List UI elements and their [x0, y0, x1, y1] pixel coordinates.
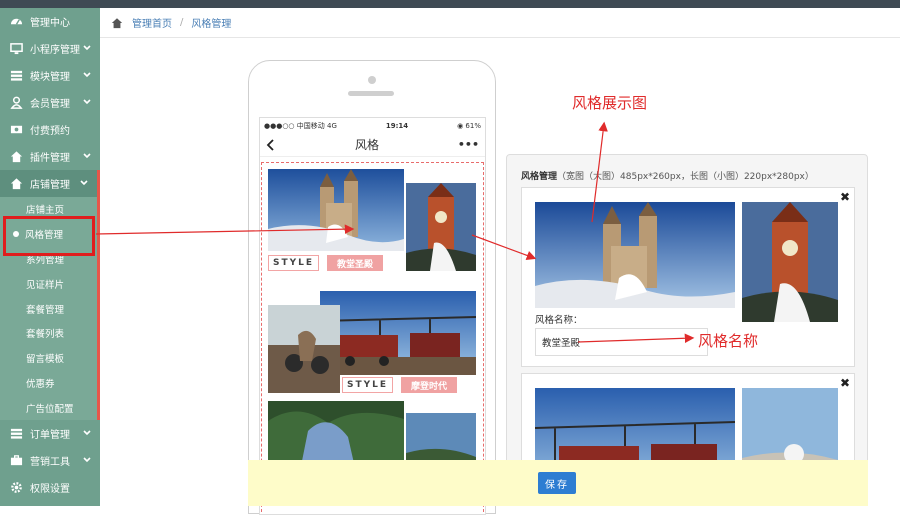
style-settings-panel: 风格管理（宽图（大图）485px*260px，长图（小图）220px*280px… — [506, 154, 868, 506]
monitor-icon — [10, 42, 23, 55]
home-icon — [10, 177, 23, 190]
money-icon — [10, 123, 23, 136]
submenu-item-coupons[interactable]: 优惠券 — [0, 370, 97, 396]
breadcrumb-current: 风格管理 — [191, 19, 232, 30]
home-icon — [10, 150, 23, 163]
chevron-down-icon — [83, 153, 91, 159]
sidebar-item-permissions[interactable]: 权限设置 — [0, 474, 100, 501]
sidebar-item-plugins[interactable]: 插件管理 — [0, 143, 100, 170]
breadcrumb-separator: / — [180, 17, 184, 28]
phone-speaker — [348, 91, 394, 96]
submenu-item-label: 套餐列表 — [26, 329, 65, 341]
panel-title: 风格管理（宽图（大图）485px*260px，长图（小图）220px*280px… — [521, 169, 814, 182]
annotation-display-image: 风格展示图 — [572, 94, 648, 112]
chevron-down-icon — [83, 45, 91, 51]
submenu-item-label: 优惠券 — [26, 378, 55, 390]
submenu-item-label: 留言模板 — [26, 354, 65, 366]
panel-title-text: 风格管理 — [521, 172, 558, 182]
status-time: 19:14 — [385, 121, 409, 130]
sidebar-item-label: 营销工具 — [30, 457, 70, 469]
sidebar-item-label: 管理中心 — [30, 18, 70, 29]
style-name-input[interactable]: 教堂圣殿 — [535, 328, 708, 356]
chevron-down-icon — [83, 430, 91, 436]
style-name-value: 教堂圣殿 — [542, 338, 581, 349]
submenu-item-package-list[interactable]: 套餐列表 — [0, 320, 97, 346]
sidebar-item-paid-booking[interactable]: 付费预约 — [0, 116, 100, 143]
sidebar-item-label: 模块管理 — [30, 72, 70, 83]
style-name-label: 风格名称： — [535, 315, 583, 326]
highlight-box — [3, 216, 95, 256]
dashboard-icon — [10, 15, 23, 28]
close-icon[interactable]: ✖ — [840, 190, 850, 204]
modules-icon — [10, 69, 23, 82]
submenu-item-label: 广告位配置 — [26, 403, 74, 415]
chevron-down-icon — [83, 72, 91, 78]
breadcrumb-home-link[interactable]: 管理首页 — [132, 15, 172, 30]
back-arrow-icon[interactable] — [266, 138, 276, 151]
sidebar-item-label: 插件管理 — [30, 153, 70, 164]
style-tag: STYLE 教堂圣殿 — [268, 255, 384, 271]
submenu-item-label: 套餐管理 — [26, 304, 65, 316]
submenu-item-samples[interactable]: 见证样片 — [0, 271, 97, 297]
save-bar: 保存 — [248, 460, 868, 506]
sidebar-item-label: 权限设置 — [30, 484, 70, 496]
top-bar — [0, 0, 900, 8]
sidebar-item-label: 付费预约 — [30, 126, 70, 137]
style-tag-name: 摩登时代 — [401, 377, 458, 393]
style-tag-name: 教堂圣殿 — [327, 255, 384, 271]
main-content: 管理首页 / 风格管理 ●●●○○ 中国移动 4G 19:14 ◉ 61% 风格… — [100, 8, 900, 515]
sidebar-item-modules[interactable]: 模块管理 — [0, 62, 100, 89]
phone-status-bar: ●●●○○ 中国移动 4G 19:14 ◉ 61% — [260, 118, 485, 133]
briefcase-icon — [10, 454, 23, 467]
user-icon — [10, 96, 23, 109]
phone-page-title: 风格 — [354, 138, 379, 152]
submenu-item-packages[interactable]: 套餐管理 — [0, 296, 97, 321]
more-icon[interactable]: ••• — [458, 138, 479, 151]
submenu-item-message-templates[interactable]: 留言模板 — [0, 345, 97, 371]
sidebar-item-store[interactable]: 店铺管理 — [0, 170, 100, 197]
sidebar-item-label: 店铺管理 — [30, 180, 70, 191]
sidebar-item-label: 小程序管理 — [30, 45, 80, 56]
sidebar-item-label: 会员管理 — [30, 99, 70, 110]
sidebar: 管理中心 小程序管理 模块管理 会员管理 付费预约 插件管理 店铺管理 店铺主页… — [0, 8, 100, 506]
sidebar-item-miniprogram[interactable]: 小程序管理 — [0, 35, 100, 62]
sidebar-item-members[interactable]: 会员管理 — [0, 89, 100, 116]
list-icon — [10, 427, 23, 440]
submenu-item-label: 店铺主页 — [26, 205, 65, 217]
chevron-down-icon — [80, 180, 88, 186]
submenu-item-label: 见证样片 — [26, 279, 65, 291]
tall-image-upload[interactable] — [742, 202, 838, 322]
phone-screen: ●●●○○ 中国移动 4G 19:14 ◉ 61% 风格 ••• STYLE 教… — [259, 117, 486, 515]
home-icon — [111, 17, 123, 28]
battery-text: ◉ 61% — [457, 121, 481, 130]
sidebar-item-label: 订单管理 — [30, 430, 70, 442]
style-wide-photo — [320, 291, 476, 375]
breadcrumb: 管理首页 / 风格管理 — [100, 8, 900, 38]
submenu-item-ad-slots[interactable]: 广告位配置 — [0, 395, 97, 421]
style-tag-label: STYLE — [342, 377, 394, 393]
close-icon[interactable]: ✖ — [840, 376, 850, 390]
save-button[interactable]: 保存 — [538, 472, 576, 494]
panel-hint: （宽图（大图）485px*260px，长图（小图）220px*280px） — [557, 172, 814, 182]
wide-image-upload[interactable] — [535, 202, 735, 308]
gear-icon — [10, 481, 23, 494]
style-card: ✖ 风格名称： 教堂圣殿 — [521, 187, 855, 367]
sidebar-item-marketing[interactable]: 营销工具 — [0, 447, 100, 474]
phone-preview: ●●●○○ 中国移动 4G 19:14 ◉ 61% 风格 ••• STYLE 教… — [248, 60, 496, 515]
phone-nav-bar: 风格 ••• — [260, 133, 485, 157]
style-tag: STYLE 摩登时代 — [342, 377, 458, 393]
annotation-style-name: 风格名称 — [698, 332, 759, 350]
sidebar-item-orders[interactable]: 订单管理 — [0, 420, 100, 447]
style-tag-label: STYLE — [268, 255, 320, 271]
style-wide-photo — [268, 169, 404, 251]
phone-camera — [368, 76, 376, 84]
carrier-text: ●●●○○ 中国移动 4G — [264, 121, 337, 130]
style-tall-photo — [268, 305, 340, 393]
chevron-down-icon — [83, 99, 91, 105]
chevron-down-icon — [83, 457, 91, 463]
sidebar-item-dashboard[interactable]: 管理中心 — [0, 8, 100, 35]
style-tall-photo — [406, 183, 476, 271]
